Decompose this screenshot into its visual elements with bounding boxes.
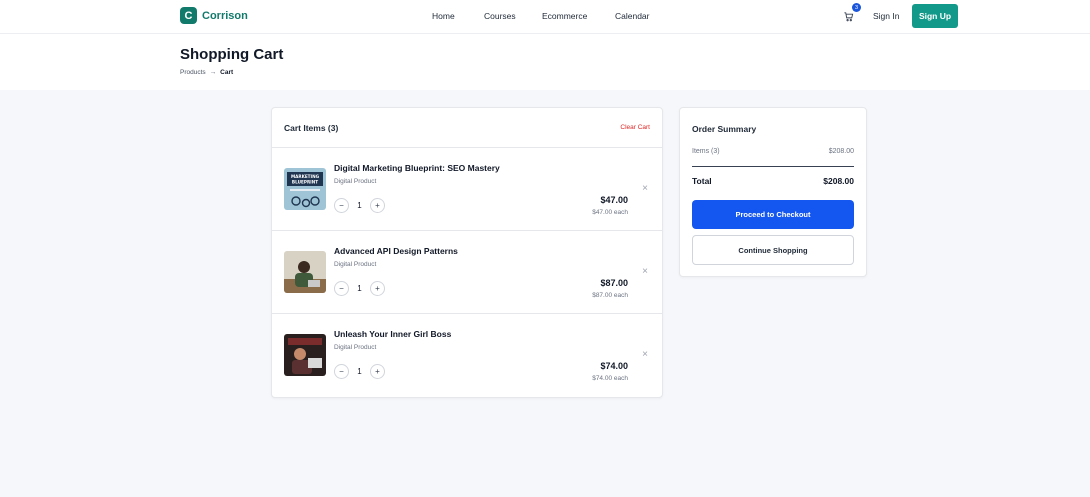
cart-items-panel: Cart Items (3) Clear Cart MARKETING BLUE… <box>271 107 663 398</box>
nav-calendar[interactable]: Calendar <box>615 11 650 21</box>
cart-item: Unleash Your Inner Girl Boss Digital Pro… <box>272 314 662 397</box>
sign-in-link[interactable]: Sign In <box>873 11 899 21</box>
product-image <box>284 334 326 376</box>
total-label: Total <box>692 176 712 186</box>
svg-text:BLUEPRINT: BLUEPRINT <box>292 180 318 185</box>
breadcrumb-separator: → <box>209 69 217 76</box>
item-unit-price: $87.00 each <box>592 292 628 299</box>
svg-text:MARKETING: MARKETING <box>291 174 320 179</box>
decrement-button[interactable]: − <box>334 198 349 213</box>
quantity-stepper: − 1 + <box>334 364 385 379</box>
items-count-label: Items (3) <box>692 148 720 155</box>
remove-item-button[interactable]: × <box>642 183 648 194</box>
product-type: Digital Product <box>334 261 377 268</box>
quantity-value: 1 <box>357 284 362 293</box>
product-thumbnail[interactable] <box>284 334 326 376</box>
page-header: Shopping Cart Products → Cart <box>0 34 1090 90</box>
summary-divider <box>692 166 854 167</box>
decrement-button[interactable]: − <box>334 281 349 296</box>
item-price: $47.00 <box>600 195 628 205</box>
page-title: Shopping Cart <box>180 46 284 63</box>
cart-item: MARKETING BLUEPRINT Digital Marketing Bl… <box>272 148 662 231</box>
cart-button[interactable]: 3 <box>843 3 861 23</box>
nav-courses[interactable]: Courses <box>484 11 516 21</box>
breadcrumb-products[interactable]: Products <box>180 69 206 76</box>
order-summary-panel: Order Summary Items (3) $208.00 Total $2… <box>679 107 867 277</box>
item-unit-price: $47.00 each <box>592 209 628 216</box>
increment-button[interactable]: + <box>370 281 385 296</box>
continue-shopping-button[interactable]: Continue Shopping <box>692 235 854 265</box>
cart-icon <box>844 12 854 22</box>
item-unit-price: $74.00 each <box>592 375 628 382</box>
breadcrumb-cart: Cart <box>220 69 234 76</box>
sign-up-button[interactable]: Sign Up <box>912 4 958 28</box>
product-image: MARKETING BLUEPRINT <box>284 168 326 210</box>
product-name[interactable]: Unleash Your Inner Girl Boss <box>334 329 451 339</box>
breadcrumb: Products → Cart <box>180 69 233 76</box>
cart-item: Advanced API Design Patterns Digital Pro… <box>272 231 662 314</box>
remove-item-button[interactable]: × <box>642 349 648 360</box>
clear-cart-button[interactable]: Clear Cart <box>620 124 650 131</box>
increment-button[interactable]: + <box>370 364 385 379</box>
item-price: $74.00 <box>600 361 628 371</box>
items-subtotal: $208.00 <box>828 148 854 155</box>
product-type: Digital Product <box>334 178 377 185</box>
product-image <box>284 251 326 293</box>
quantity-value: 1 <box>357 367 362 376</box>
nav-ecommerce[interactable]: Ecommerce <box>542 11 587 21</box>
product-thumbnail[interactable]: MARKETING BLUEPRINT <box>284 168 326 210</box>
quantity-stepper: − 1 + <box>334 198 385 213</box>
proceed-to-checkout-button[interactable]: Proceed to Checkout <box>692 200 854 229</box>
product-type: Digital Product <box>334 344 377 351</box>
quantity-stepper: − 1 + <box>334 281 385 296</box>
product-name[interactable]: Digital Marketing Blueprint: SEO Mastery <box>334 163 500 173</box>
product-name[interactable]: Advanced API Design Patterns <box>334 246 458 256</box>
remove-item-button[interactable]: × <box>642 266 648 277</box>
cart-count-badge: 3 <box>852 3 861 12</box>
item-price: $87.00 <box>600 278 628 288</box>
increment-button[interactable]: + <box>370 198 385 213</box>
quantity-value: 1 <box>357 201 362 210</box>
product-thumbnail[interactable] <box>284 251 326 293</box>
cart-items-header: Cart Items (3) Clear Cart <box>272 108 662 148</box>
top-navbar: C Corrison Home Courses Ecommerce Calend… <box>0 0 1090 34</box>
total-value: $208.00 <box>823 176 854 186</box>
order-summary-title: Order Summary <box>692 124 757 134</box>
nav-home[interactable]: Home <box>432 11 455 21</box>
cart-items-title: Cart Items (3) <box>284 123 339 133</box>
decrement-button[interactable]: − <box>334 364 349 379</box>
